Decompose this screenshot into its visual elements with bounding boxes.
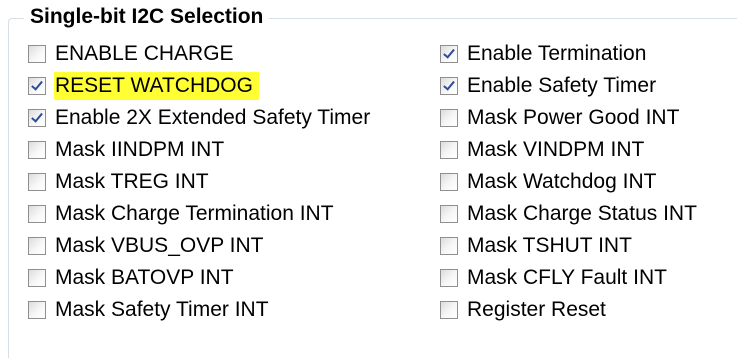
checkbox-label[interactable]: ENABLE CHARGE xyxy=(54,40,240,68)
checkbox[interactable] xyxy=(440,173,458,191)
option-enable-2x-extended-safety-timer[interactable]: Enable 2X Extended Safety Timer xyxy=(28,102,376,134)
option-mask-batovp-int[interactable]: Mask BATOVP INT xyxy=(28,262,376,294)
checkbox-label[interactable]: Enable Termination xyxy=(466,40,652,68)
checkbox-label[interactable]: Mask VBUS_OVP INT xyxy=(54,232,270,260)
checkbox[interactable] xyxy=(28,141,46,159)
checkbox[interactable] xyxy=(440,237,458,255)
checkbox[interactable] xyxy=(28,77,46,95)
checkbox-label[interactable]: Mask BATOVP INT xyxy=(54,264,240,292)
left-checkbox-column: ENABLE CHARGE RESET WATCHDOG Enable 2X E… xyxy=(28,38,376,326)
checkbox-label[interactable]: Mask IINDPM INT xyxy=(54,136,230,164)
checkbox[interactable] xyxy=(440,205,458,223)
checkbox[interactable] xyxy=(440,141,458,159)
checkbox[interactable] xyxy=(440,301,458,319)
checkbox[interactable] xyxy=(28,237,46,255)
option-mask-vindpm-int[interactable]: Mask VINDPM INT xyxy=(440,134,703,166)
option-mask-charge-termination-int[interactable]: Mask Charge Termination INT xyxy=(28,198,376,230)
checkbox[interactable] xyxy=(440,109,458,127)
option-mask-treg-int[interactable]: Mask TREG INT xyxy=(28,166,376,198)
checkbox[interactable] xyxy=(28,173,46,191)
checkbox[interactable] xyxy=(440,77,458,95)
option-mask-vbus-ovp-int[interactable]: Mask VBUS_OVP INT xyxy=(28,230,376,262)
option-mask-cfly-fault-int[interactable]: Mask CFLY Fault INT xyxy=(440,262,703,294)
right-checkbox-column: Enable Termination Enable Safety Timer M… xyxy=(440,38,703,326)
option-mask-charge-status-int[interactable]: Mask Charge Status INT xyxy=(440,198,703,230)
option-mask-iindpm-int[interactable]: Mask IINDPM INT xyxy=(28,134,376,166)
option-mask-power-good-int[interactable]: Mask Power Good INT xyxy=(440,102,703,134)
checkbox[interactable] xyxy=(440,45,458,63)
checkbox[interactable] xyxy=(440,269,458,287)
checkbox-label[interactable]: Mask TREG INT xyxy=(54,168,215,196)
checkbox[interactable] xyxy=(28,269,46,287)
option-enable-safety-timer[interactable]: Enable Safety Timer xyxy=(440,70,703,102)
checkbox-label[interactable]: Mask TSHUT INT xyxy=(466,232,638,260)
option-enable-termination[interactable]: Enable Termination xyxy=(440,38,703,70)
checkbox[interactable] xyxy=(28,45,46,63)
checkbox-label[interactable]: Mask Charge Termination INT xyxy=(54,200,340,228)
option-enable-charge[interactable]: ENABLE CHARGE xyxy=(28,38,376,70)
checkbox[interactable] xyxy=(28,301,46,319)
option-mask-watchdog-int[interactable]: Mask Watchdog INT xyxy=(440,166,703,198)
checkbox-label[interactable]: Mask VINDPM INT xyxy=(466,136,650,164)
checkbox-label[interactable]: Mask Charge Status INT xyxy=(466,200,703,228)
checkbox-label[interactable]: Mask CFLY Fault INT xyxy=(466,264,673,292)
checkbox-label[interactable]: Register Reset xyxy=(466,296,612,324)
option-mask-tshut-int[interactable]: Mask TSHUT INT xyxy=(440,230,703,262)
option-mask-safety-timer-int[interactable]: Mask Safety Timer INT xyxy=(28,294,376,326)
checkbox[interactable] xyxy=(28,205,46,223)
group-title: Single-bit I2C Selection xyxy=(24,4,270,30)
option-register-reset[interactable]: Register Reset xyxy=(440,294,703,326)
checkbox[interactable] xyxy=(28,109,46,127)
checkbox-label[interactable]: Mask Watchdog INT xyxy=(466,168,662,196)
checkbox-label[interactable]: RESET WATCHDOG xyxy=(54,72,259,100)
checkbox-label[interactable]: Mask Power Good INT xyxy=(466,104,685,132)
checkbox-label[interactable]: Enable 2X Extended Safety Timer xyxy=(54,104,376,132)
checkbox-label[interactable]: Enable Safety Timer xyxy=(466,72,662,100)
checkbox-label[interactable]: Mask Safety Timer INT xyxy=(54,296,275,324)
option-reset-watchdog[interactable]: RESET WATCHDOG xyxy=(28,70,376,102)
